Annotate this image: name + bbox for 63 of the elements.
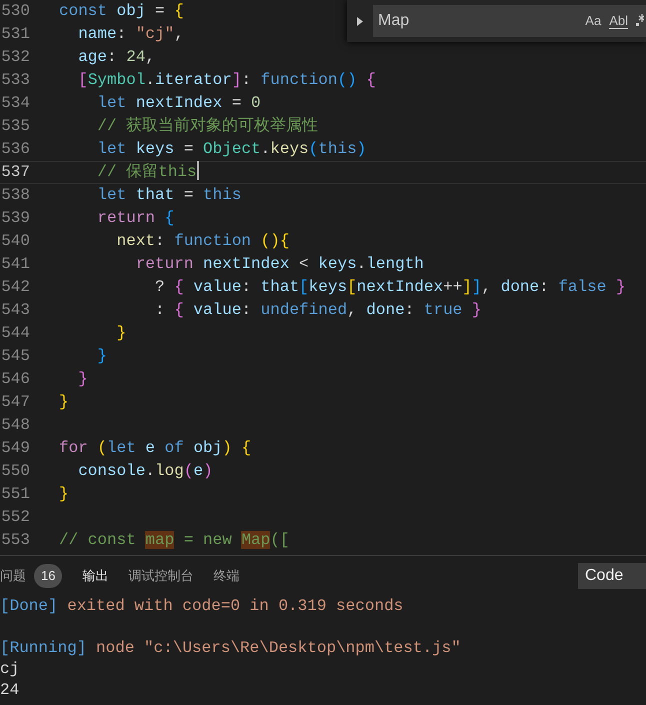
line-number: 536 — [0, 139, 30, 160]
find-query: Map — [378, 11, 410, 31]
code-line: return { — [96, 208, 174, 229]
code-line: } — [77, 369, 88, 390]
code-line: } — [96, 346, 108, 367]
code-line: let nextIndex = 0 — [96, 93, 261, 114]
line-number: 541 — [0, 254, 30, 275]
count-badge: 16 — [34, 564, 62, 588]
panel-tab[interactable]: 问题 16 — [0, 564, 62, 588]
text-cursor — [196, 161, 199, 180]
code-line: next: function (){ — [116, 231, 290, 252]
panel-tab[interactable]: 输出 — [82, 566, 108, 586]
line-number: 533 — [0, 70, 30, 91]
chevron-icon — [357, 16, 363, 26]
output-line: [Done] exited with code=0 in 0.319 seconds — [0, 597, 404, 615]
code-line: : { value: undefined, done: true } — [154, 300, 482, 321]
code-line: // 获取当前对象的可枚举属性 — [96, 116, 318, 137]
code-line: [Symbol.iterator]: function() { — [77, 70, 376, 91]
line-number: 547 — [0, 392, 30, 413]
regex-icon[interactable] — [636, 14, 644, 28]
line-number: 549 — [0, 438, 30, 459]
line-number: 552 — [0, 507, 30, 528]
line-number: 544 — [0, 323, 30, 344]
line-number: 543 — [0, 300, 30, 321]
line-number: 550 — [0, 461, 30, 482]
line-number: 534 — [0, 93, 30, 114]
code-line: age: 24, — [77, 47, 156, 68]
code-line: const obj = { — [59, 1, 184, 22]
line-number: 542 — [0, 277, 30, 298]
line-number: 532 — [0, 47, 30, 68]
whole-word-button[interactable]: Abl — [609, 14, 628, 28]
line-number: 531 — [0, 24, 30, 45]
code-line: } — [59, 484, 69, 505]
line-number: 537 — [0, 162, 30, 183]
line-number: 551 — [0, 484, 30, 505]
code-line: } — [116, 323, 126, 344]
line-number: 535 — [0, 116, 30, 137]
code-line: } — [59, 392, 69, 413]
line-number: 530 — [0, 1, 30, 22]
code-line: ? { value: that[keys[nextIndex++]], done: false } — [154, 277, 626, 298]
code-line: console.log(e) — [77, 461, 213, 482]
panel-tab[interactable]: 调试控制台 — [128, 566, 194, 586]
code-line: let that = this — [96, 185, 242, 206]
line-number: 548 — [0, 415, 30, 436]
code-line: return nextIndex < keys.length — [134, 254, 424, 275]
output-line: [Running] node "c:\Users\Re\Desktop\npm\test.js" — [0, 639, 461, 657]
line-number: 538 — [0, 185, 30, 206]
line-number: 545 — [0, 346, 30, 367]
output-line: 24 — [0, 681, 20, 699]
line-number: 539 — [0, 208, 30, 229]
panel-tab[interactable]: 终端 — [213, 566, 240, 586]
code-line: let keys = Object.keys(this) — [96, 139, 366, 160]
code-line: // 保留this — [96, 162, 197, 183]
output-channel-dropdown[interactable]: Code — [578, 563, 646, 589]
match-case-button[interactable]: Aa — [585, 11, 602, 31]
code-line: name: "cj", — [77, 24, 184, 45]
output-line: cj — [0, 660, 20, 678]
line-number: 553 — [0, 530, 30, 551]
code-line: for (let e of obj) { — [59, 438, 252, 459]
find-input[interactable]: Map Aa Abl — [373, 5, 646, 37]
code-line: // const map = new Map([ — [59, 530, 290, 551]
line-number: 546 — [0, 369, 30, 390]
line-number: 540 — [0, 231, 30, 252]
